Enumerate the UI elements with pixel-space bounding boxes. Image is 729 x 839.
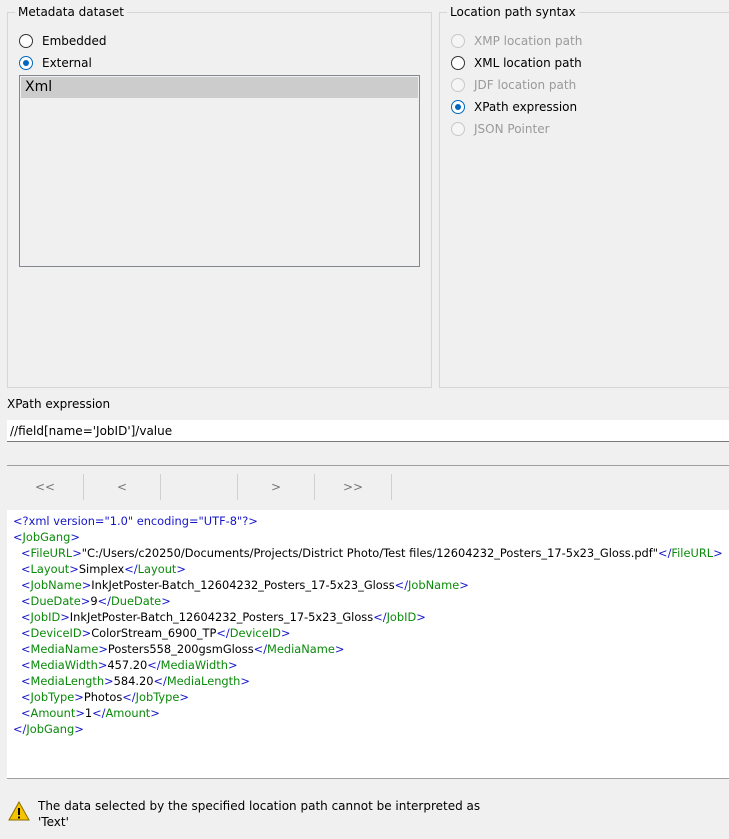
xml-line: <?xml version="1.0" encoding="UTF-8"?> <box>7 513 729 529</box>
dataset-listbox[interactable]: Xml <box>19 75 420 267</box>
result-position-indicator <box>161 474 238 500</box>
xml-tag-name: MediaName <box>267 642 335 656</box>
xml-tag-name: DeviceID <box>30 626 82 640</box>
xml-text-value: ColorStream_6900_TP <box>91 626 217 640</box>
first-result-button[interactable]: << <box>7 474 84 500</box>
list-item[interactable]: Xml <box>21 77 418 98</box>
xml-tag-name: JobID <box>386 610 417 624</box>
xml-line: <MediaLength>584.20</MediaLength> <box>21 674 250 688</box>
xml-line: <JobID>InkJetPoster-Batch_12604232_Poste… <box>21 610 426 624</box>
xml-tag-name: Amount <box>105 706 151 720</box>
radio-xmp-location-path: XMP location path <box>451 32 582 50</box>
xml-tag-name: DueDate <box>110 594 162 608</box>
radio-xpath-label[interactable]: XPath expression <box>474 100 577 114</box>
radio-jdf-label: JDF location path <box>474 78 577 92</box>
xml-line: <MediaName>Posters558_200gsmGloss</Media… <box>21 642 345 656</box>
xml-text-value: Posters558_200gsmGloss <box>107 642 254 656</box>
xml-tag-name: MediaName <box>30 642 99 656</box>
xml-tag-name: MediaLength <box>166 674 241 688</box>
xml-text-value: 457.20 <box>107 658 148 672</box>
radio-json-label: JSON Pointer <box>474 122 550 136</box>
separator <box>7 778 729 779</box>
xml-line: <JobName>InkJetPoster-Batch_12604232_Pos… <box>21 578 469 592</box>
location-path-syntax-legend: Location path syntax <box>447 5 579 19</box>
xml-line: <FileURL>"C:/Users/c20250/Documents/Proj… <box>21 546 723 560</box>
warning-icon <box>8 801 30 821</box>
xml-tag-name: MediaWidth <box>160 658 228 672</box>
xml-tag-name: JobGang <box>22 530 71 544</box>
radio-embedded-label[interactable]: Embedded <box>42 34 107 48</box>
xml-tag-name: Amount <box>30 706 76 720</box>
xml-line: <DeviceID>ColorStream_6900_TP</DeviceID> <box>21 626 291 640</box>
xml-tag-name: Layout <box>137 562 177 576</box>
xml-line: <Amount>1</Amount> <box>21 706 160 720</box>
xml-line: </JobGang> <box>13 722 84 736</box>
metadata-dataset-legend: Metadata dataset <box>15 5 128 19</box>
xml-line: <JobGang> <box>13 530 80 544</box>
xml-tag-name: FileURL <box>30 546 73 560</box>
radio-xpath-circle[interactable] <box>451 100 465 114</box>
xml-text-value: Photos <box>83 690 123 704</box>
xml-line: <DueDate>9</DueDate> <box>21 594 171 608</box>
xml-tag-name: JobType <box>30 690 75 704</box>
xml-tag-name: MediaLength <box>30 674 105 688</box>
radio-jdf-location-path: JDF location path <box>451 76 576 94</box>
xml-declaration: <?xml version="1.0" encoding="UTF-8"?> <box>13 514 258 528</box>
radio-json-pointer: JSON Pointer <box>451 120 550 138</box>
xml-line: <JobType>Photos</JobType> <box>21 690 189 704</box>
previous-result-button[interactable]: < <box>84 474 161 500</box>
radio-embedded-circle[interactable] <box>19 34 33 48</box>
radio-xmp-circle <box>451 34 465 48</box>
radio-xml-location-path[interactable]: XML location path <box>451 54 582 72</box>
xml-tag-name: DueDate <box>30 594 81 608</box>
status-message: The data selected by the specified locat… <box>38 799 481 829</box>
radio-jdf-circle <box>451 78 465 92</box>
radio-embedded[interactable]: Embedded <box>19 32 107 50</box>
radio-xmp-label: XMP location path <box>474 34 583 48</box>
radio-xml-circle[interactable] <box>451 56 465 70</box>
xml-line: <MediaWidth>457.20</MediaWidth> <box>21 658 238 672</box>
xml-preview-pane[interactable]: <?xml version="1.0" encoding="UTF-8"?> <J… <box>7 510 729 778</box>
xpath-expression-label: XPath expression <box>7 397 111 411</box>
xml-text-value: InkJetPoster-Batch_12604232_Posters_17-5… <box>91 578 395 592</box>
xml-text-value: "C:/Users/c20250/Documents/Projects/Dist… <box>81 546 659 560</box>
xml-tag-name: DeviceID <box>229 626 281 640</box>
xml-text-value: Simplex <box>78 562 125 576</box>
radio-xpath-expression[interactable]: XPath expression <box>451 98 577 116</box>
separator <box>7 465 729 466</box>
xml-tag-name: MediaWidth <box>30 658 98 672</box>
xml-tag-name: Layout <box>30 562 70 576</box>
last-result-button[interactable]: >> <box>315 474 392 500</box>
xml-tag-name: JobName <box>408 578 460 592</box>
xml-text-value: 9 <box>90 594 98 608</box>
xml-line: <Layout>Simplex</Layout> <box>21 562 186 576</box>
radio-external[interactable]: External <box>19 54 92 72</box>
xml-text-value: 584.20 <box>113 674 154 688</box>
xml-tag-name: JobGang <box>26 722 75 736</box>
result-navigation-bar: << < > >> <box>7 474 392 500</box>
xml-tag-name: JobType <box>135 690 180 704</box>
next-result-button[interactable]: > <box>238 474 315 500</box>
xml-tag-name: JobID <box>30 610 61 624</box>
radio-json-circle <box>451 122 465 136</box>
xml-text-value: InkJetPoster-Batch_12604232_Posters_17-5… <box>69 610 374 624</box>
radio-external-label[interactable]: External <box>42 56 92 70</box>
xml-tag-name: FileURL <box>671 546 714 560</box>
xml-tag-name: JobName <box>30 578 82 592</box>
radio-external-circle[interactable] <box>19 56 33 70</box>
status-bar: The data selected by the specified locat… <box>0 787 729 839</box>
radio-xml-label[interactable]: XML location path <box>474 56 582 70</box>
xpath-expression-input[interactable] <box>7 420 729 442</box>
